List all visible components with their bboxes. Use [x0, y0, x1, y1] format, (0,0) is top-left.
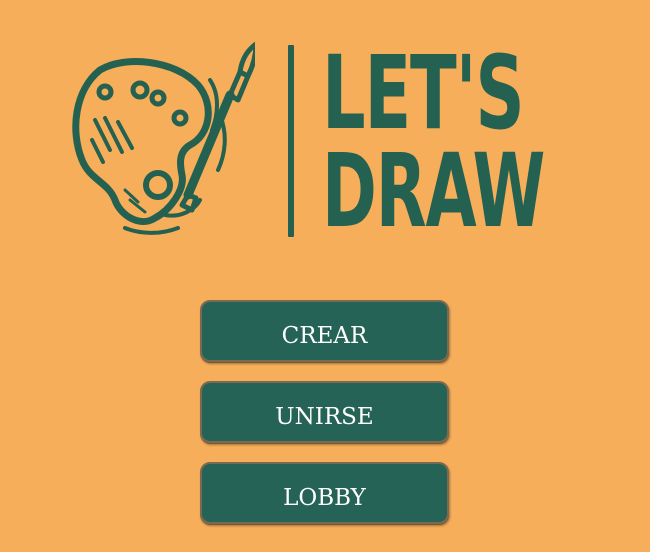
- app-logo: LET'S DRAW: [70, 40, 590, 245]
- main-menu: CREAR UNIRSE LOBBY: [200, 300, 450, 543]
- logo-divider: [288, 45, 294, 237]
- create-button[interactable]: CREAR: [200, 300, 449, 362]
- join-button[interactable]: UNIRSE: [200, 381, 449, 443]
- palette-brush-icon: [72, 41, 255, 235]
- lobby-button[interactable]: LOBBY: [200, 462, 449, 524]
- logo-title-line2: DRAW: [322, 131, 545, 251]
- logo-title-line1: LET'S: [322, 33, 525, 153]
